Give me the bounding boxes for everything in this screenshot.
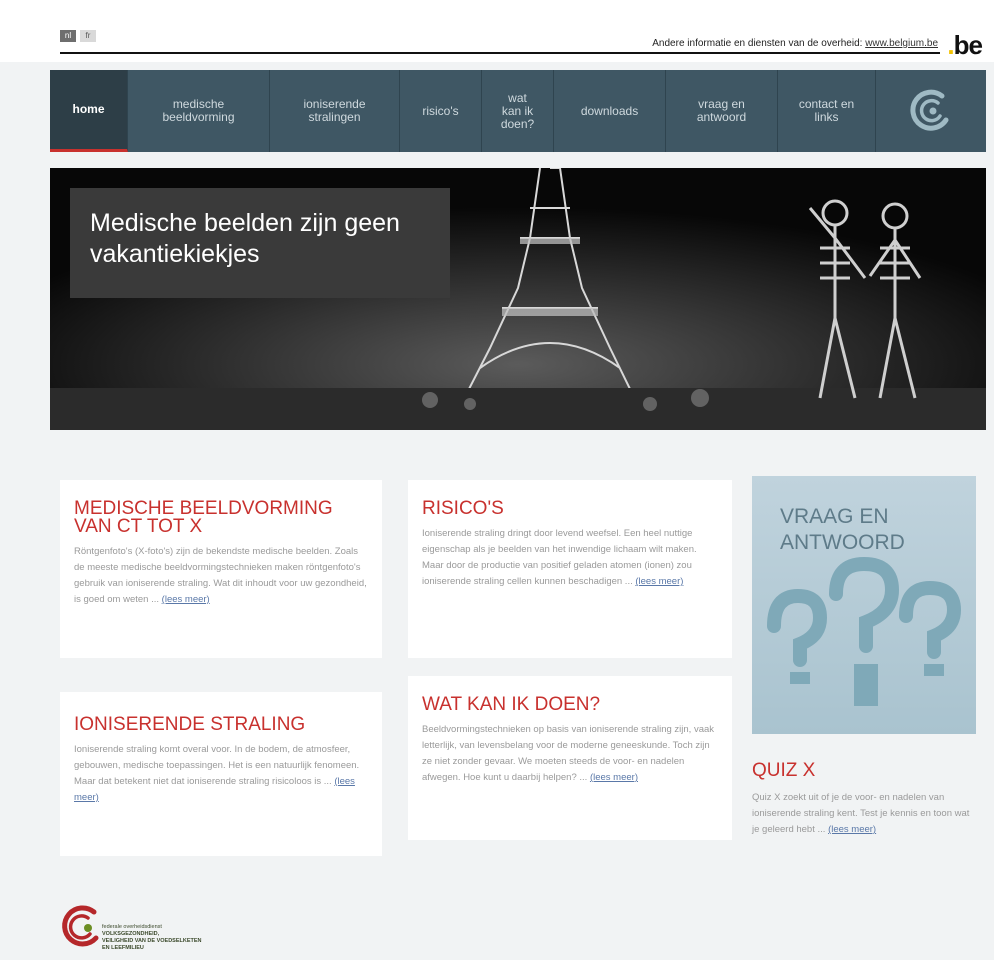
lang-nl-button[interactable]: nl	[60, 30, 76, 42]
read-more-link[interactable]: (lees meer)	[635, 576, 683, 587]
quiz-title[interactable]: QUIZ X	[752, 760, 972, 782]
lang-fr-button[interactable]: fr	[80, 30, 96, 42]
gov-info-text: Andere informatie en diensten van de ove…	[652, 38, 863, 49]
nav-label: vraag en antwoord	[696, 97, 747, 124]
read-more-link[interactable]: (lees meer)	[828, 824, 876, 835]
footer-line-1: federale overheidsdienst	[102, 924, 162, 930]
card-text: Ioniserende straling dringt door levend …	[422, 526, 718, 590]
nav-label: risico's	[422, 103, 459, 118]
card-text: Röntgenfoto's (X-foto's) zijn de bekends…	[74, 544, 368, 608]
gov-info: Andere informatie en diensten van de ove…	[652, 38, 938, 49]
card-title[interactable]: RISICO'S	[422, 499, 718, 518]
top-bar: nl fr Andere informatie en diensten van …	[0, 0, 994, 62]
footer-logo-text: federale overheidsdienst VOLKSGEZONDHEID…	[102, 924, 202, 952]
read-more-link[interactable]: (lees meer)	[162, 594, 210, 605]
nav-item-contact-en-links[interactable]: contact en links	[778, 70, 876, 152]
nav-label: medische beeldvorming	[162, 97, 235, 124]
nav-item-medische-beeldvorming[interactable]: medische beeldvorming	[128, 70, 270, 152]
card-risicos: RISICO'S Ioniserende straling dringt doo…	[408, 480, 732, 658]
card-text: Beeldvormingstechnieken op basis van ion…	[422, 722, 718, 786]
nav-label: ioniserende stralingen	[303, 97, 366, 124]
nav-item-ioniserende-stralingen[interactable]: ioniserende stralingen	[270, 70, 400, 152]
be-logo[interactable]: .be	[947, 30, 983, 61]
card-medische-beeldvorming: MEDISCHE BEELDVORMING VAN CT TOT X Röntg…	[60, 480, 382, 658]
quiz-section: QUIZ X Quiz X zoekt uit of je de voor- e…	[752, 760, 972, 838]
question-marks-icon	[767, 556, 962, 706]
footer-line-2: VOLKSGEZONDHEID,	[102, 931, 160, 937]
language-switcher: nl fr	[60, 30, 96, 42]
nav-item-vraag-en-antwoord[interactable]: vraag en antwoord	[666, 70, 778, 152]
nav-label: downloads	[580, 103, 639, 118]
footer-line-4: EN LEEFMILIEU	[102, 945, 144, 951]
nav-item-risicos[interactable]: risico's	[400, 70, 482, 152]
header-divider	[60, 52, 940, 54]
nav-label: contact en links	[798, 97, 855, 124]
main-navigation: home medische beeldvorming ioniserende s…	[50, 70, 986, 152]
card-body: Ioniserende straling komt overal voor. I…	[74, 744, 360, 787]
hero-banner: Medische beelden zijn geen vakantiekiekj…	[50, 168, 986, 430]
card-text: Ioniserende straling komt overal voor. I…	[74, 742, 368, 806]
card-ioniserende-straling: IONISERENDE STRALING Ioniserende stralin…	[60, 692, 382, 856]
nav-label: home	[72, 102, 105, 116]
footer-logo[interactable]: federale overheidsdienst VOLKSGEZONDHEID…	[58, 898, 258, 960]
nav-item-wat-kan-ik-doen[interactable]: wat kan ik doen?	[482, 70, 554, 152]
footer-line-3: VEILIGHEID VAN DE VOEDSELKETEN	[102, 938, 202, 944]
card-body: Beeldvormingstechnieken op basis van ion…	[422, 724, 715, 783]
read-more-link[interactable]: (lees meer)	[590, 772, 638, 783]
fod-logo-icon	[62, 905, 99, 947]
fod-swirl-icon	[910, 89, 949, 131]
card-title[interactable]: WAT KAN IK DOEN?	[422, 695, 718, 714]
nav-label: wat kan ik doen?	[500, 90, 535, 131]
quiz-text: Quiz X zoekt uit of je de voor- en nadel…	[752, 790, 972, 838]
card-title[interactable]: IONISERENDE STRALING	[74, 715, 368, 734]
nav-item-home[interactable]: home	[50, 70, 128, 152]
vraag-en-antwoord-tile[interactable]: VRAAG EN ANTWOORD	[752, 476, 976, 734]
be-logo-text: be	[953, 30, 983, 60]
nav-item-downloads[interactable]: downloads	[554, 70, 666, 152]
card-title[interactable]: MEDISCHE BEELDVORMING VAN CT TOT X	[74, 499, 368, 536]
belgium-link[interactable]: www.belgium.be	[865, 38, 938, 49]
card-wat-kan-ik-doen: WAT KAN IK DOEN? Beeldvormingstechnieken…	[408, 676, 732, 840]
nav-home-logo[interactable]	[876, 70, 986, 152]
hero-caption: Medische beelden zijn geen vakantiekiekj…	[70, 188, 450, 298]
card-body: Röntgenfoto's (X-foto's) zijn de bekends…	[74, 546, 367, 605]
